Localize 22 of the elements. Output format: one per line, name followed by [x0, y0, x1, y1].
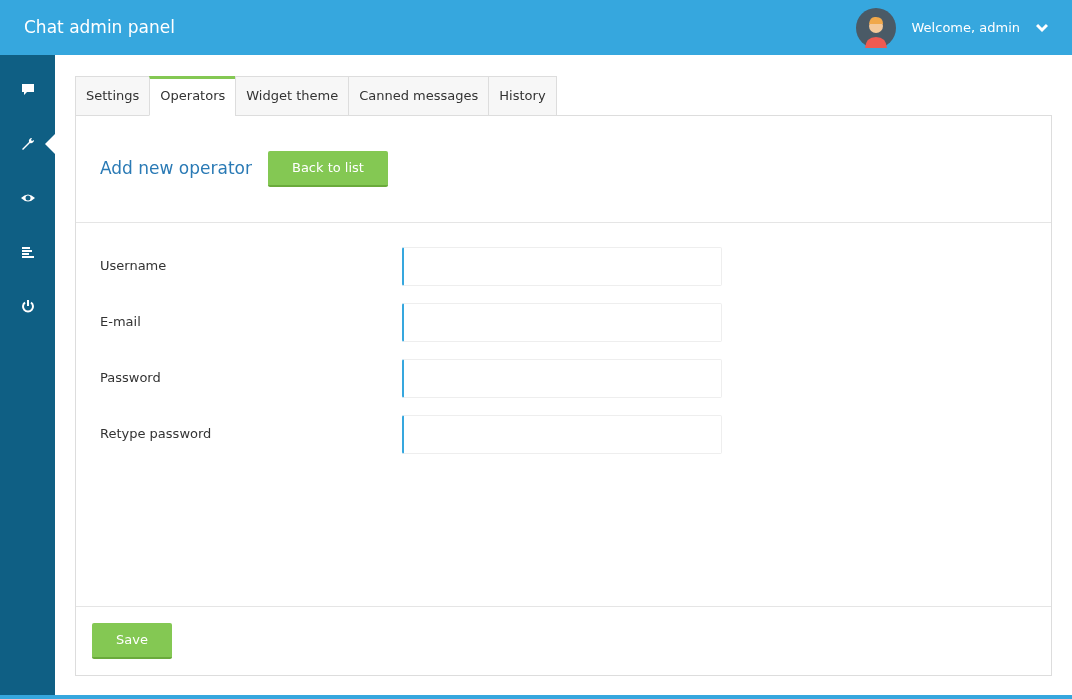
input-field[interactable]	[402, 414, 722, 454]
field-label: Retype password	[100, 425, 213, 444]
tab[interactable]: History	[488, 76, 557, 116]
tab[interactable]: Canned messages	[348, 76, 490, 116]
field-label: Password	[100, 369, 162, 388]
chat-bubble-icon[interactable]	[20, 83, 35, 97]
app-title: Chat admin panel	[24, 15, 176, 39]
field-label: Username	[100, 257, 168, 276]
list-icon[interactable]	[20, 245, 35, 259]
chevron-down-icon[interactable]	[1036, 22, 1048, 33]
input-field[interactable]	[402, 246, 722, 286]
avatar-icon	[855, 7, 896, 48]
form-heading: Add new operator	[100, 156, 252, 180]
tab[interactable]: Widget theme	[235, 76, 350, 116]
tab[interactable]: Settings	[75, 76, 151, 116]
wrench-icon[interactable]	[20, 137, 35, 151]
input-field[interactable]	[402, 358, 722, 398]
welcome-text: Welcome, admin	[911, 18, 1020, 37]
tab[interactable]: Operators	[149, 76, 237, 116]
power-icon[interactable]	[20, 299, 35, 313]
input-field[interactable]	[402, 302, 722, 342]
field-label: E-mail	[100, 313, 142, 332]
